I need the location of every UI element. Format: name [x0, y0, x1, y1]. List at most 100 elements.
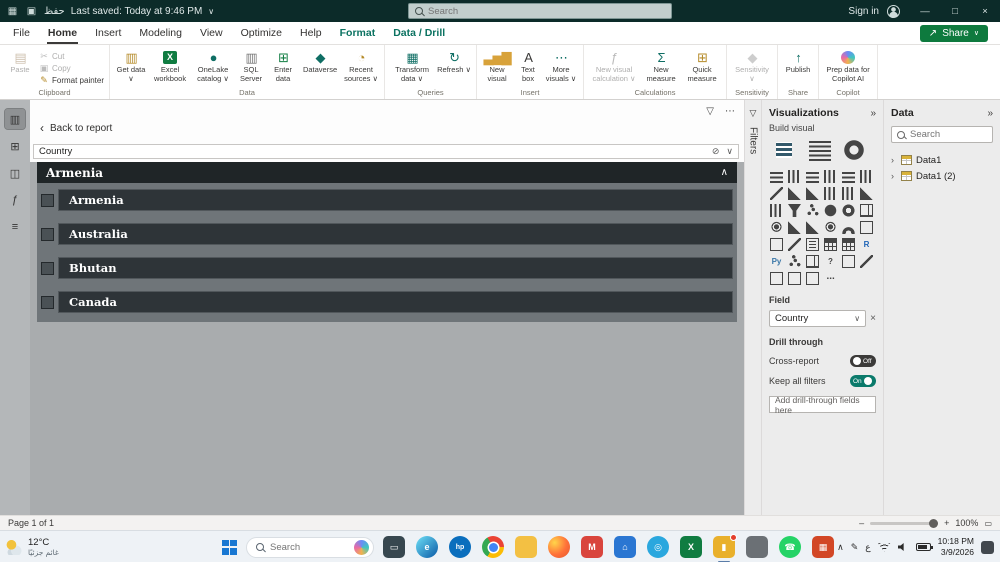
taskbar-app-tools[interactable]	[746, 536, 768, 558]
language-indicator[interactable]: ع	[865, 542, 870, 553]
ribbon-button-format-painter[interactable]: ✎Format painter	[38, 75, 104, 85]
data-table-data1[interactable]: ›Data1	[891, 152, 993, 168]
visualizations-collapse-icon[interactable]: »	[870, 108, 876, 119]
drill-through-field-dropzone[interactable]: Add drill-through fields here	[769, 396, 876, 413]
filters-funnel-icon[interactable]: ▽	[750, 108, 757, 119]
slicer-title-bar[interactable]: Armenia ∧	[37, 162, 737, 183]
zoom-out-icon[interactable]: –	[859, 518, 864, 528]
dax-query-view-icon[interactable]: ƒ	[5, 190, 25, 210]
shape-map-icon[interactable]	[806, 221, 819, 234]
app-grid-icon[interactable]: ▦	[6, 5, 19, 18]
ribbon-button-paste[interactable]: ▤Paste	[5, 47, 35, 75]
data-search[interactable]	[891, 126, 993, 143]
slicer-field-header[interactable]: Country ⊘ ∨	[33, 144, 739, 159]
table-view-icon[interactable]: ⊞	[5, 136, 25, 156]
taskbar-app-mail[interactable]: M	[581, 536, 603, 558]
notification-center-icon[interactable]	[981, 541, 994, 554]
ribbon-button-get-data[interactable]: ▥Get data ∨	[115, 47, 147, 84]
wifi-icon[interactable]	[878, 543, 891, 552]
taskbar-search-input[interactable]	[270, 542, 338, 553]
ribbon-button-cut[interactable]: ✂Cut	[38, 51, 104, 61]
area-chart-icon[interactable]	[788, 187, 801, 200]
card-icon[interactable]	[860, 221, 873, 234]
line-and-clustered-column-chart-icon[interactable]	[842, 187, 855, 200]
tmdl-view-icon[interactable]: ≡	[5, 217, 25, 237]
taskbar-app-desktop[interactable]: ▭	[383, 536, 405, 558]
narrative-icon[interactable]	[842, 255, 855, 268]
taskbar-app-hp[interactable]: hp	[449, 536, 471, 558]
gauge-icon[interactable]	[842, 221, 855, 234]
zoom-slider-thumb[interactable]	[929, 519, 938, 528]
100-stacked-bar-chart-icon[interactable]	[842, 170, 855, 183]
taskbar-app-file-explorer[interactable]	[515, 536, 537, 558]
pen-icon[interactable]: ✎	[851, 542, 859, 553]
visual-more-options-icon[interactable]: ⋯	[725, 106, 735, 117]
menu-tab-home[interactable]: Home	[39, 22, 86, 44]
save-icon[interactable]: ▣	[25, 5, 38, 18]
ribbon-button-transform-data[interactable]: ▦Transform data ∨	[390, 47, 434, 84]
account-avatar-icon[interactable]	[887, 5, 900, 18]
taskbar-app-power-bi-desktop[interactable]: ▮	[713, 536, 735, 558]
report-canvas[interactable]: ▽ ⋯ ‹ Back to report Country ⊘ ∨ Armenia…	[30, 100, 744, 515]
azure-map-icon[interactable]	[824, 221, 837, 234]
clear-selections-icon[interactable]: ⊘	[712, 146, 720, 157]
ribbon-chart-icon[interactable]	[860, 187, 873, 200]
stacked-bar-chart-large-icon[interactable]	[809, 139, 831, 161]
keep-all-filters-toggle[interactable]: On	[850, 375, 876, 387]
expand-chevron-icon[interactable]: ›	[891, 155, 897, 165]
treemap-icon[interactable]	[860, 204, 873, 217]
ribbon-button-text-box[interactable]: AText box	[515, 47, 541, 84]
expand-chevron-icon[interactable]: ›	[891, 171, 897, 181]
slicer-item-checkbox[interactable]	[41, 262, 54, 275]
pie-chart-icon[interactable]	[824, 204, 837, 217]
stacked-area-chart-icon[interactable]	[806, 187, 819, 200]
power-apps-icon[interactable]	[788, 272, 801, 285]
tray-overflow-chevron-icon[interactable]: ∧	[837, 542, 844, 553]
taskbar-app-firefox-browser[interactable]	[548, 536, 570, 558]
taskbar-app-whatsapp[interactable]: ☎	[779, 536, 801, 558]
more-visuals-icon[interactable]: ⋯	[824, 272, 837, 285]
ribbon-button-sql-server[interactable]: ▥SQL Server	[236, 47, 266, 84]
filters-pane-title[interactable]: Filters	[748, 127, 759, 154]
filled-map-icon[interactable]	[788, 221, 801, 234]
taskbar-app-office[interactable]: ▦	[812, 536, 834, 558]
ribbon-button-onelake-catalog[interactable]: ●OneLake catalog ∨	[193, 47, 233, 84]
map-icon[interactable]	[770, 221, 783, 234]
titlebar-search-input[interactable]	[428, 6, 628, 17]
slicer-item[interactable]: Canada	[58, 291, 733, 313]
taskbar-app-edge-browser[interactable]: e	[416, 536, 438, 558]
funnel-chart-icon[interactable]	[788, 204, 801, 217]
ribbon-button-prep-data-for-copilot-ai[interactable]: Prep data for Copilot AI	[824, 47, 872, 84]
scatter-chart-icon[interactable]	[806, 204, 819, 217]
slicer-item-checkbox[interactable]	[41, 194, 54, 207]
line-and-stacked-column-chart-icon[interactable]	[824, 187, 837, 200]
menu-tab-optimize[interactable]: Optimize	[232, 22, 291, 44]
matrix-icon[interactable]	[842, 238, 855, 251]
model-view-icon[interactable]: ◫	[5, 163, 25, 183]
visual-filter-icon[interactable]: ▽	[706, 106, 714, 117]
clustered-column-chart-icon[interactable]	[824, 170, 837, 183]
data-pane-collapse-icon[interactable]: »	[987, 108, 993, 119]
waterfall-chart-icon[interactable]	[770, 204, 783, 217]
menu-tab-format[interactable]: Format	[331, 22, 385, 44]
share-button[interactable]: ↗ Share ∨	[920, 25, 988, 42]
titlebar-search[interactable]	[408, 3, 672, 19]
q-and-a-icon[interactable]: ?	[824, 255, 837, 268]
clustered-bar-chart-icon[interactable]	[806, 170, 819, 183]
decomposition-tree-icon[interactable]	[806, 255, 819, 268]
ribbon-button-more-visuals[interactable]: ⋯More visuals ∨	[544, 47, 578, 84]
donut-chart-large-icon[interactable]	[843, 139, 865, 161]
sign-in-link[interactable]: Sign in	[840, 6, 887, 17]
close-button[interactable]: ×	[970, 0, 1000, 22]
cross-report-toggle[interactable]: Off	[850, 355, 876, 367]
save-status-caret-icon[interactable]: ∨	[208, 7, 214, 16]
ribbon-button-excel-workbook[interactable]: XExcel workbook	[150, 47, 190, 84]
maximize-button[interactable]: □	[940, 0, 970, 22]
ribbon-button-new-measure[interactable]: ΣNew measure	[642, 47, 680, 84]
menu-tab-modeling[interactable]: Modeling	[130, 22, 191, 44]
menu-tab-view[interactable]: View	[191, 22, 232, 44]
menu-tab-data-drill[interactable]: Data / Drill	[384, 22, 454, 44]
slicer-visual-selected-icon[interactable]	[771, 137, 797, 163]
ribbon-button-new-visual-calculation[interactable]: ƒNew visual calculation ∨	[589, 47, 639, 84]
taskbar-app-maps[interactable]: ◎	[647, 536, 669, 558]
